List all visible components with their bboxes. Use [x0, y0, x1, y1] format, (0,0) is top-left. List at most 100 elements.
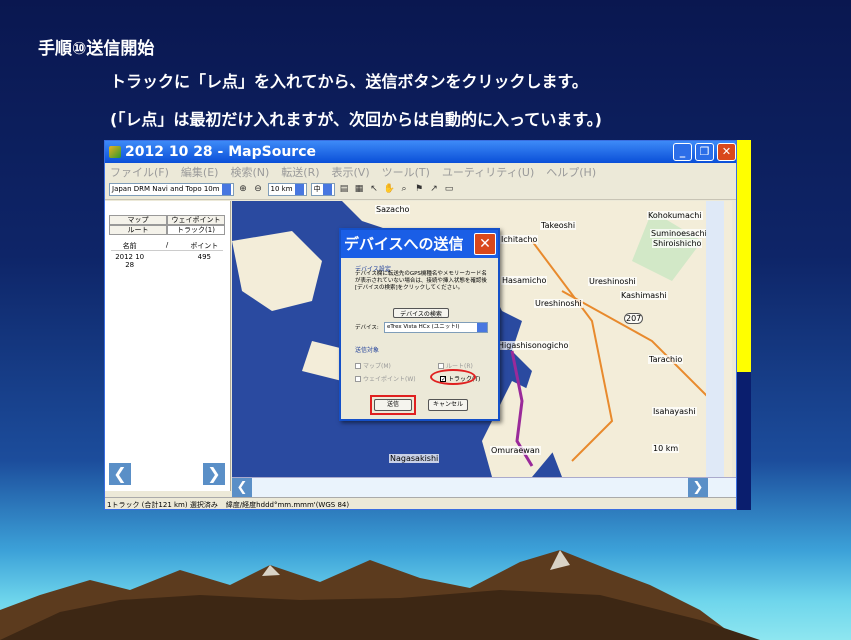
scroll-right-icon[interactable]: ❯ [203, 463, 225, 485]
waypoints-checkbox-label: ウェイポイント(W) [363, 376, 416, 383]
instruction-line-2: (「レ点」は最初だけ入れますが、次回からは自動的に入っています。) [110, 110, 602, 129]
menu-bar: ファイル(F) 編集(E) 検索(N) 転送(R) 表示(V) ツール(T) ユ… [105, 163, 736, 180]
map-label: Nagasakishi [389, 454, 440, 463]
map-label: Ureshinoshi [534, 299, 583, 308]
tab-routes[interactable]: ルート [109, 225, 167, 235]
side-decor-dark [737, 372, 751, 510]
close-button[interactable]: ✕ [717, 143, 736, 161]
map-product-value: Japan DRM Navi and Topo 10m [112, 185, 220, 193]
scroll-left-icon[interactable]: ❮ [109, 463, 131, 485]
map-label: Ureshinoshi [588, 277, 637, 286]
status-bar: 1トラック (合計121 km) 選択済み 緯度/経度hddd°mm.mmm'(… [105, 497, 736, 509]
map-label: Shiroishicho [652, 239, 703, 248]
map-label: Higashisonogicho [497, 341, 570, 350]
app-icon [109, 146, 121, 158]
dialog-titlebar: デバイスへの送信 ✕ [341, 230, 498, 258]
maps-checkbox-label: マップ(M) [363, 363, 391, 370]
select-tool-icon[interactable]: ↖ [369, 184, 380, 195]
col-sort[interactable]: / [148, 241, 185, 250]
col-name[interactable]: 名前 [111, 241, 148, 250]
measure-tool-icon[interactable]: ▭ [444, 184, 455, 195]
checkbox-icon [438, 362, 444, 369]
zoom-in-icon[interactable]: ⊕ [238, 184, 249, 195]
minimize-button[interactable]: _ [673, 143, 692, 161]
send-highlight-box [370, 395, 416, 415]
dropdown-icon [477, 323, 487, 332]
tab-waypoints[interactable]: ウェイポイント [167, 215, 225, 225]
device-value: eTrex Vista HCx (ユニットI) [387, 324, 460, 330]
waypoints-checkbox[interactable]: ウェイポイント(W) [355, 374, 416, 383]
dropdown-icon [221, 184, 231, 195]
track-name: 2012 10 28 [115, 253, 145, 269]
device-search-button[interactable]: デバイスの検索 [393, 308, 449, 318]
map-label: Tarachio [648, 355, 684, 364]
status-summary: 1トラック (合計121 km) 選択済み [107, 500, 218, 509]
menu-utility[interactable]: ユーティリティ(U) [442, 164, 534, 180]
menu-view[interactable]: 表示(V) [332, 164, 370, 180]
zoom-out-icon[interactable]: ⊖ [253, 184, 264, 195]
data-tabs: マップ ウェイポイント ルート トラック(1) [109, 215, 225, 235]
menu-help[interactable]: ヘルプ(H) [546, 164, 596, 180]
zoom-value: 10 km [270, 185, 293, 193]
zoom-select[interactable]: 10 km [267, 183, 307, 196]
menu-tools[interactable]: ツール(T) [382, 164, 430, 180]
track-row[interactable]: 2012 10 28 495 [111, 253, 223, 269]
dropdown-icon [322, 184, 332, 195]
cancel-button[interactable]: キャンセル [428, 399, 468, 411]
map-label: Hasamicho [501, 276, 548, 285]
send-items-section: 送信対象 [355, 347, 380, 354]
map-product-select[interactable]: Japan DRM Navi and Topo 10m [109, 183, 234, 196]
track-spacer [148, 253, 185, 269]
toolbar: Japan DRM Navi and Topo 10m ⊕ ⊖ 10 km 中 … [105, 180, 736, 200]
menu-transfer[interactable]: 転送(R) [281, 164, 319, 180]
map-label: Sazacho [375, 205, 411, 214]
pan-tool-icon[interactable]: ✋ [384, 184, 395, 195]
step-heading: 手順⑩送信開始 [38, 39, 155, 59]
map-horizontal-scrollbar[interactable]: ❮ ❯ [232, 477, 736, 498]
tracks-highlight-oval [430, 369, 476, 385]
tab-maps[interactable]: マップ [109, 215, 167, 225]
dialog-title: デバイスへの送信 [344, 235, 464, 253]
dropdown-icon [294, 184, 304, 195]
menu-search[interactable]: 検索(N) [230, 164, 269, 180]
window-title: 2012 10 28 - MapSource [125, 144, 317, 160]
device-select[interactable]: eTrex Vista HCx (ユニットI) [384, 322, 488, 333]
mountain-silhouette [0, 550, 760, 640]
maps-checkbox[interactable]: マップ(M) [355, 361, 391, 370]
receive-icon[interactable]: ▤ [339, 184, 350, 195]
device-label: デバイス: [355, 325, 379, 331]
track-list-header: 名前 / ポイント [111, 241, 223, 251]
scroll-left-icon[interactable]: ❮ [232, 478, 252, 498]
scroll-right-icon[interactable]: ❯ [688, 478, 708, 498]
send-to-device-dialog: デバイスへの送信 ✕ デバイス設定 デバイス欄に転送先のGPS機種名やメモリーカ… [339, 228, 500, 421]
track-points: 495 [197, 253, 211, 261]
col-points[interactable]: ポイント [186, 241, 223, 250]
window-titlebar: 2012 10 28 - MapSource _ ❐ ✕ [105, 141, 736, 163]
map-label: Takeoshi [540, 221, 577, 230]
device-help-text: デバイス欄に転送先のGPS機種名やメモリーカード名が表示されていない場合は、接続… [355, 271, 487, 291]
status-coord-format: 緯度/経度hddd°mm.mmm'(WGS 84) [225, 500, 350, 509]
tab-tracks[interactable]: トラック(1) [167, 225, 225, 235]
map-label: Omuraewan [490, 446, 541, 455]
restore-button[interactable]: ❐ [695, 143, 714, 161]
map-label: Ichitacho [500, 235, 539, 244]
checkbox-icon [355, 375, 361, 382]
waypoint-tool-icon[interactable]: ⚑ [414, 184, 425, 195]
zoom-tool-icon[interactable]: ⌕ [399, 184, 410, 195]
detail-select[interactable]: 中 [310, 183, 335, 196]
map-label: Suminoesachi [650, 229, 708, 238]
dialog-close-button[interactable]: ✕ [474, 233, 496, 255]
map-vertical-scrollbar[interactable] [706, 201, 724, 477]
detail-value: 中 [313, 185, 321, 193]
map-label: Kashimashi [620, 291, 668, 300]
menu-file[interactable]: ファイル(F) [110, 164, 169, 180]
map-label: Isahayashi [652, 407, 697, 416]
route-tool-icon[interactable]: ↗ [429, 184, 440, 195]
instruction-line-1: トラックに「レ点」を入れてから、送信ボタンをクリックします。 [110, 72, 588, 91]
send-icon[interactable]: ▦ [354, 184, 365, 195]
menu-edit[interactable]: 編集(E) [181, 164, 219, 180]
route-shield: 207 [624, 313, 644, 324]
map-label: Kohokumachi [647, 211, 703, 220]
side-decor-yellow [737, 140, 751, 372]
data-panel: マップ ウェイポイント ルート トラック(1) 名前 / ポイント 2012 1… [105, 201, 231, 491]
